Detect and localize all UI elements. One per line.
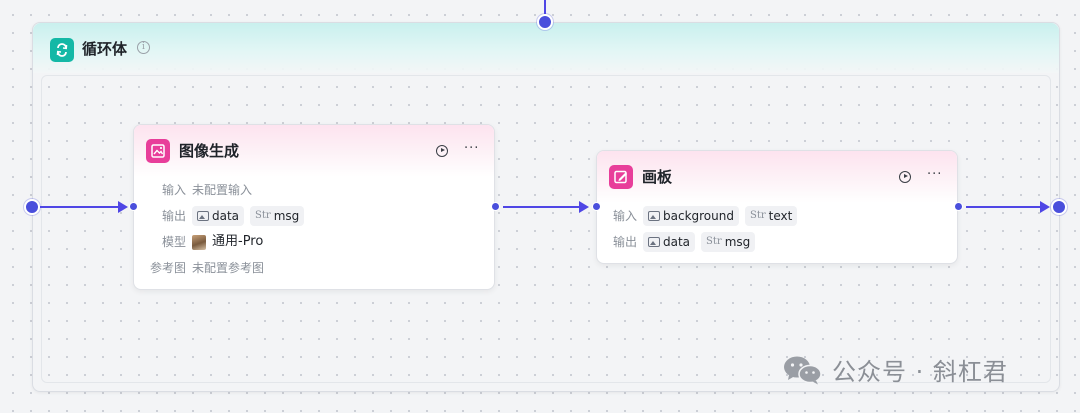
incoming-edge-top <box>544 0 546 14</box>
image-node-output-port[interactable] <box>491 202 500 211</box>
node-image-generation[interactable]: 图像生成 ··· 输入 未配置输入 输出 data Str msg 模型 通用-… <box>133 124 495 290</box>
model-value: 通用-Pro <box>212 234 264 249</box>
output-label: 输出 <box>161 209 186 223</box>
info-icon[interactable]: i <box>137 41 150 54</box>
loop-icon <box>50 38 74 62</box>
tag-name: background <box>663 209 734 223</box>
tag-name: msg <box>724 235 751 249</box>
tag-name: data <box>663 235 691 249</box>
edge-loop-to-image <box>40 206 120 208</box>
canvas-node-input-port[interactable] <box>592 202 601 211</box>
input-row: 输入 background Str text <box>597 206 798 226</box>
reference-label: 参考图 <box>149 261 186 275</box>
output-tag-data: data <box>643 232 696 252</box>
edge-image-to-canvas <box>503 206 581 208</box>
input-label: 输入 <box>612 209 637 223</box>
node-canvas[interactable]: 画板 ··· 输入 background Str text 输出 data St… <box>596 150 958 264</box>
more-icon[interactable]: ··· <box>927 168 942 182</box>
loop-top-port[interactable] <box>537 14 553 30</box>
model-row: 模型 通用-Pro <box>146 232 263 252</box>
tag-name: msg <box>273 209 300 223</box>
input-value: 未配置输入 <box>192 183 253 197</box>
string-type-icon: Str <box>255 210 271 221</box>
input-row: 输入 未配置输入 <box>146 180 252 200</box>
output-tag-data: data <box>192 206 245 226</box>
model-label: 模型 <box>161 235 186 249</box>
loop-input-port[interactable] <box>24 199 40 215</box>
reference-value: 未配置参考图 <box>192 261 265 275</box>
input-tag-background: background <box>643 206 739 226</box>
output-label: 输出 <box>612 235 637 249</box>
model-avatar-icon <box>192 234 206 250</box>
play-icon[interactable] <box>436 145 448 157</box>
more-icon[interactable]: ··· <box>464 142 479 156</box>
loop-header <box>33 23 1059 73</box>
node-title: 画板 <box>642 168 673 186</box>
string-type-icon: Str <box>749 210 766 221</box>
node-title: 图像生成 <box>179 142 240 160</box>
arrow-head <box>1040 201 1050 213</box>
node-header: 图像生成 ··· <box>134 125 494 177</box>
wechat-logo <box>784 356 822 384</box>
image-icon <box>648 237 660 247</box>
canvas-node-output-port[interactable] <box>954 202 963 211</box>
output-tag-msg: Str msg <box>701 232 756 252</box>
image-icon <box>648 211 660 221</box>
watermark-text: 公众号 · 斜杠君 <box>832 358 1008 386</box>
edge-canvas-to-loop <box>966 206 1044 208</box>
arrow-head <box>579 201 589 213</box>
play-icon[interactable] <box>899 171 911 183</box>
watermark: 公众号 · 斜杠君 <box>782 352 1008 387</box>
output-tag-msg: Str msg <box>250 206 305 226</box>
loop-title: 循环体 <box>82 40 128 58</box>
canvas-edit-icon <box>609 165 633 189</box>
workflow-canvas[interactable]: 循环体 i 图像生成 ··· 输入 未配置输入 输出 data Str msg … <box>0 0 1080 413</box>
input-tag-text: Str text <box>744 206 798 226</box>
image-icon <box>146 139 170 163</box>
node-header: 画板 ··· <box>597 151 957 203</box>
arrow-head <box>118 201 128 213</box>
output-row: 输出 data Str msg <box>597 232 756 252</box>
image-node-input-port[interactable] <box>129 202 138 211</box>
loop-output-port[interactable] <box>1051 199 1067 215</box>
tag-name: text <box>768 209 793 223</box>
output-row: 输出 data Str msg <box>146 206 305 226</box>
image-icon <box>197 211 209 221</box>
string-type-icon: Str <box>706 236 722 247</box>
reference-row: 参考图 未配置参考图 <box>146 258 264 278</box>
tag-name: data <box>212 209 240 223</box>
input-label: 输入 <box>161 183 186 197</box>
